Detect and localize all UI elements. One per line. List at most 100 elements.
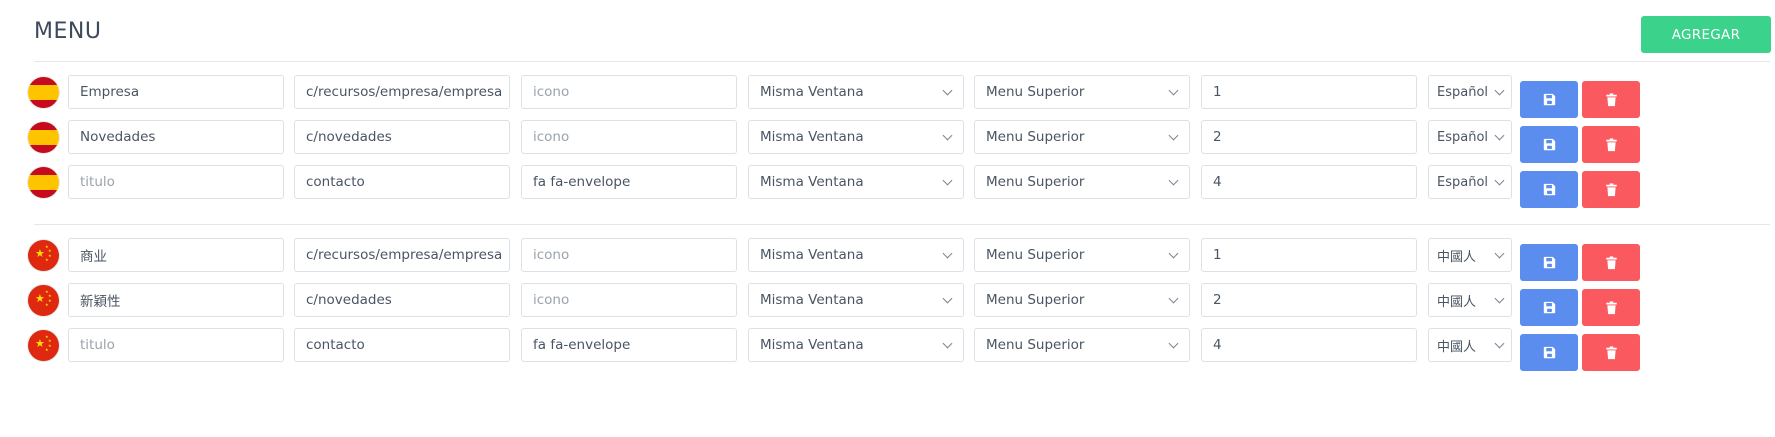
language-select[interactable]: 中國人 <box>1428 328 1512 362</box>
trash-icon <box>1605 255 1618 270</box>
save-button[interactable] <box>1520 126 1578 163</box>
language-select-value: Español <box>1437 84 1489 100</box>
title-input[interactable]: Novedades <box>68 120 284 154</box>
chevron-down-icon <box>942 338 953 349</box>
save-button[interactable] <box>1520 81 1578 118</box>
floppy-disk-icon <box>1543 93 1556 106</box>
page-title: MENU <box>34 19 102 44</box>
link-input[interactable]: contacto <box>294 328 510 362</box>
language-select[interactable]: Español <box>1428 75 1512 109</box>
menu-item-row: ★ ★ ★ ★ ★ 商业 c/recursos/empresa/empresa icono Mi… <box>0 238 1775 281</box>
target-select[interactable]: Misma Ventana <box>748 165 964 199</box>
delete-button[interactable] <box>1582 126 1640 163</box>
icon-input[interactable]: icono <box>521 120 737 154</box>
title-input[interactable]: 新穎性 <box>68 283 284 317</box>
trash-icon <box>1605 137 1618 152</box>
chevron-down-icon <box>1168 85 1179 96</box>
target-select[interactable]: Misma Ventana <box>748 75 964 109</box>
title-input[interactable]: Empresa <box>68 75 284 109</box>
delete-button[interactable] <box>1582 171 1640 208</box>
save-button[interactable] <box>1520 334 1578 371</box>
language-select-value: 中國人 <box>1437 294 1477 310</box>
menu-item-row: Empresa c/recursos/empresa/empresa icono Mi… <box>0 75 1775 118</box>
chevron-down-icon <box>942 85 953 96</box>
trash-icon <box>1605 345 1618 360</box>
menu-item-row: ★ ★ ★ ★ ★ titulo contacto fa fa-envelope Misma V… <box>0 328 1775 371</box>
chevron-down-icon <box>1168 293 1179 304</box>
title-input[interactable]: titulo <box>68 328 284 362</box>
floppy-disk-icon <box>1543 138 1556 151</box>
menu-item-row: ★ ★ ★ ★ ★ 新穎性 c/novedades icono Misma Ventana Men… <box>0 283 1775 326</box>
chevron-down-icon <box>942 175 953 186</box>
link-input[interactable]: c/recursos/empresa/empresa <box>294 238 510 272</box>
target-select[interactable]: Misma Ventana <box>748 328 964 362</box>
language-select[interactable]: Español <box>1428 120 1512 154</box>
link-input[interactable]: c/recursos/empresa/empresa <box>294 75 510 109</box>
china-flag-icon: ★ ★ ★ ★ ★ <box>28 330 59 361</box>
link-input[interactable]: c/novedades <box>294 120 510 154</box>
chevron-down-icon <box>942 130 953 141</box>
position-select[interactable]: Menu Superior <box>974 283 1190 317</box>
position-select-value: Menu Superior <box>986 174 1085 190</box>
delete-button[interactable] <box>1582 334 1640 371</box>
spain-flag-icon <box>28 122 59 153</box>
chevron-down-icon <box>942 293 953 304</box>
title-input[interactable]: 商业 <box>68 238 284 272</box>
position-select[interactable]: Menu Superior <box>974 120 1190 154</box>
icon-input[interactable]: icono <box>521 238 737 272</box>
spain-flag-icon <box>28 167 59 198</box>
order-input[interactable]: 4 <box>1201 328 1417 362</box>
target-select[interactable]: Misma Ventana <box>748 238 964 272</box>
position-select-value: Menu Superior <box>986 292 1085 308</box>
target-select[interactable]: Misma Ventana <box>748 283 964 317</box>
order-input[interactable]: 1 <box>1201 75 1417 109</box>
delete-button[interactable] <box>1582 289 1640 326</box>
language-select[interactable]: 中國人 <box>1428 238 1512 272</box>
icon-input[interactable]: icono <box>521 283 737 317</box>
floppy-disk-icon <box>1543 301 1556 314</box>
position-select-value: Menu Superior <box>986 247 1085 263</box>
position-select[interactable]: Menu Superior <box>974 238 1190 272</box>
title-input[interactable]: titulo <box>68 165 284 199</box>
target-select-value: Misma Ventana <box>760 129 864 145</box>
floppy-disk-icon <box>1543 256 1556 269</box>
order-input[interactable]: 2 <box>1201 283 1417 317</box>
delete-button[interactable] <box>1582 244 1640 281</box>
language-select[interactable]: Español <box>1428 165 1512 199</box>
target-select-value: Misma Ventana <box>760 84 864 100</box>
target-select[interactable]: Misma Ventana <box>748 120 964 154</box>
language-select[interactable]: 中國人 <box>1428 283 1512 317</box>
chevron-down-icon <box>1494 85 1505 96</box>
order-input[interactable]: 1 <box>1201 238 1417 272</box>
trash-icon <box>1605 92 1618 107</box>
language-select-value: 中國人 <box>1437 339 1477 355</box>
position-select[interactable]: Menu Superior <box>974 75 1190 109</box>
chevron-down-icon <box>942 248 953 259</box>
menu-item-row: Novedades c/novedades icono Misma Ventana Me… <box>0 120 1775 163</box>
order-input[interactable]: 2 <box>1201 120 1417 154</box>
position-select[interactable]: Menu Superior <box>974 328 1190 362</box>
floppy-disk-icon <box>1543 183 1556 196</box>
position-select-value: Menu Superior <box>986 129 1085 145</box>
icon-input[interactable]: fa fa-envelope <box>521 165 737 199</box>
target-select-value: Misma Ventana <box>760 292 864 308</box>
icon-input[interactable]: icono <box>521 75 737 109</box>
order-input[interactable]: 4 <box>1201 165 1417 199</box>
add-button[interactable]: AGREGAR <box>1641 16 1771 53</box>
chevron-down-icon <box>1494 338 1505 349</box>
target-select-value: Misma Ventana <box>760 247 864 263</box>
link-input[interactable]: c/novedades <box>294 283 510 317</box>
save-button[interactable] <box>1520 171 1578 208</box>
language-select-value: 中國人 <box>1437 249 1477 265</box>
position-select[interactable]: Menu Superior <box>974 165 1190 199</box>
save-button[interactable] <box>1520 244 1578 281</box>
menu-item-row: titulo contacto fa fa-envelope Misma Ventan… <box>0 165 1775 208</box>
link-input[interactable]: contacto <box>294 165 510 199</box>
china-flag-icon: ★ ★ ★ ★ ★ <box>28 285 59 316</box>
group-divider <box>34 224 1770 225</box>
save-button[interactable] <box>1520 289 1578 326</box>
icon-input[interactable]: fa fa-envelope <box>521 328 737 362</box>
delete-button[interactable] <box>1582 81 1640 118</box>
position-select-value: Menu Superior <box>986 337 1085 353</box>
language-select-value: Español <box>1437 174 1489 190</box>
